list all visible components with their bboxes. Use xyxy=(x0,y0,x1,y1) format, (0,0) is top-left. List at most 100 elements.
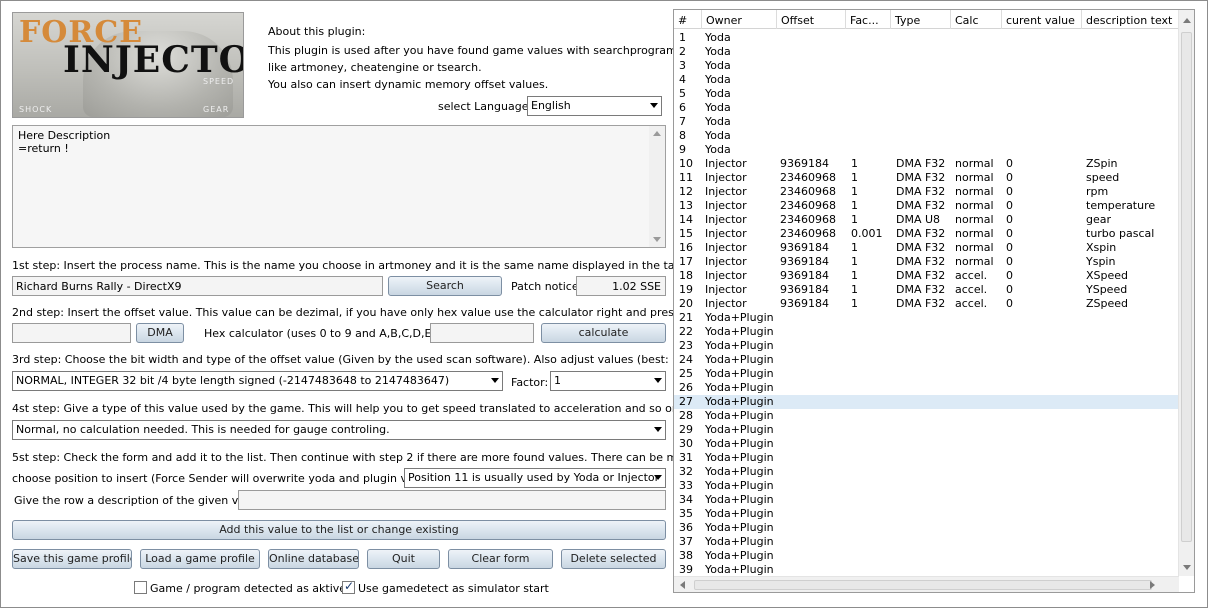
table-row[interactable]: 28 Yoda+Plugin xyxy=(674,409,1179,423)
cell-type: DMA F32 xyxy=(896,199,946,212)
table-row[interactable]: 18 Injector 9369184 1 DMA F32 accel. 0 XSpeed xyxy=(674,269,1179,283)
delete-selected-button[interactable]: Delete selected xyxy=(561,549,666,569)
table-row[interactable]: 3 Yoda xyxy=(674,59,1179,73)
cell-owner: Yoda+Plugin xyxy=(705,311,774,324)
offset-input[interactable] xyxy=(12,323,131,343)
patch-notice-input[interactable]: 1.02 SSE xyxy=(576,276,666,296)
table-row[interactable]: 9 Yoda xyxy=(674,143,1179,157)
scrollbar-thumb[interactable] xyxy=(694,580,1152,590)
list-vertical-scrollbar[interactable] xyxy=(1178,10,1194,576)
logo-injector-text: INJECTOR xyxy=(63,39,243,81)
add-value-button[interactable]: Add this value to the list or change exi… xyxy=(12,520,666,540)
process-name-input[interactable]: Richard Burns Rally - DirectX9 xyxy=(12,276,383,296)
clear-form-button[interactable]: Clear form xyxy=(448,549,553,569)
hex-input[interactable] xyxy=(430,323,534,343)
step1-text: 1st step: Insert the process name. This … xyxy=(12,259,770,272)
cell-number: 33 xyxy=(679,479,693,492)
cell-owner: Yoda+Plugin xyxy=(705,479,774,492)
language-label: select Language: xyxy=(438,100,533,113)
language-select[interactable]: English xyxy=(527,96,662,116)
online-database-button[interactable]: Online database xyxy=(268,549,359,569)
cell-type: DMA F32 xyxy=(896,255,946,268)
column-header-number[interactable]: # xyxy=(674,10,702,29)
calculate-button[interactable]: calculate xyxy=(541,323,666,343)
quit-button[interactable]: Quit xyxy=(367,549,440,569)
load-profile-button[interactable]: Load a game profile xyxy=(140,549,260,569)
column-header-offset[interactable]: Offset xyxy=(777,10,846,29)
scroll-down-icon[interactable] xyxy=(653,237,661,242)
table-row[interactable]: 30 Yoda+Plugin xyxy=(674,437,1179,451)
cell-calc: normal xyxy=(955,241,994,254)
value-type-select[interactable]: NORMAL, INTEGER 32 bit /4 byte length si… xyxy=(12,371,503,391)
cell-number: 34 xyxy=(679,493,693,506)
scroll-up-icon[interactable] xyxy=(653,131,661,136)
factor-select[interactable]: 1 xyxy=(550,371,666,391)
table-row[interactable]: 6 Yoda xyxy=(674,101,1179,115)
table-row[interactable]: 24 Yoda+Plugin xyxy=(674,353,1179,367)
gamedetect-checkbox[interactable]: ✓ xyxy=(342,579,355,594)
table-row[interactable]: 35 Yoda+Plugin xyxy=(674,507,1179,521)
table-row[interactable]: 33 Yoda+Plugin xyxy=(674,479,1179,493)
table-row[interactable]: 39 Yoda+Plugin xyxy=(674,563,1179,577)
table-row[interactable]: 26 Yoda+Plugin xyxy=(674,381,1179,395)
cell-factor: 1 xyxy=(851,255,858,268)
column-header-description[interactable]: description text xyxy=(1082,10,1179,29)
values-list[interactable]: # Owner Offset Fac... Type Calc curent v… xyxy=(673,9,1195,593)
table-row[interactable]: 32 Yoda+Plugin xyxy=(674,465,1179,479)
table-row[interactable]: 4 Yoda xyxy=(674,73,1179,87)
table-row[interactable]: 2 Yoda xyxy=(674,45,1179,59)
cell-number: 13 xyxy=(679,199,693,212)
table-row[interactable]: 38 Yoda+Plugin xyxy=(674,549,1179,563)
cell-description: Yspin xyxy=(1086,255,1116,268)
table-row[interactable]: 13 Injector 23460968 1 DMA F32 normal 0 tempera… xyxy=(674,199,1179,213)
table-row[interactable]: 1 Yoda xyxy=(674,31,1179,45)
table-row[interactable]: 27 Yoda+Plugin xyxy=(674,395,1179,409)
column-header-calc[interactable]: Calc xyxy=(951,10,1002,29)
position-select[interactable]: Position 11 is usually used by Yoda or I… xyxy=(404,468,666,488)
description-textarea[interactable]: Here Description =return ! xyxy=(12,125,666,248)
table-row[interactable]: 20 Injector 9369184 1 DMA F32 accel. 0 ZSpeed xyxy=(674,297,1179,311)
dma-button[interactable]: DMA xyxy=(136,323,184,343)
scroll-right-icon[interactable] xyxy=(1150,581,1155,589)
search-button[interactable]: Search xyxy=(388,276,502,296)
save-profile-button[interactable]: Save this game profile xyxy=(12,549,132,569)
table-row[interactable]: 21 Yoda+Plugin xyxy=(674,311,1179,325)
table-row[interactable]: 37 Yoda+Plugin xyxy=(674,535,1179,549)
table-row[interactable]: 22 Yoda+Plugin xyxy=(674,325,1179,339)
scroll-down-icon[interactable] xyxy=(1183,565,1191,570)
table-row[interactable]: 11 Injector 23460968 1 DMA F32 normal 0 speed xyxy=(674,171,1179,185)
table-row[interactable]: 36 Yoda+Plugin xyxy=(674,521,1179,535)
table-row[interactable]: 19 Injector 9369184 1 DMA F32 accel. 0 YSpeed xyxy=(674,283,1179,297)
cell-description: Xspin xyxy=(1086,241,1117,254)
calculation-select[interactable]: Normal, no calculation needed. This is n… xyxy=(12,420,666,440)
table-row[interactable]: 5 Yoda xyxy=(674,87,1179,101)
scroll-up-icon[interactable] xyxy=(1183,18,1191,23)
scrollbar-thumb[interactable] xyxy=(1181,32,1192,542)
step3-text: 3rd step: Choose the bit width and type … xyxy=(12,353,733,366)
cell-owner: Yoda xyxy=(705,143,731,156)
table-row[interactable]: 23 Yoda+Plugin xyxy=(674,339,1179,353)
table-row[interactable]: 29 Yoda+Plugin xyxy=(674,423,1179,437)
table-row[interactable]: 16 Injector 9369184 1 DMA F32 normal 0 Xspin xyxy=(674,241,1179,255)
table-row[interactable]: 15 Injector 23460968 0.001 DMA F32 normal 0 tur… xyxy=(674,227,1179,241)
game-detected-checkbox[interactable] xyxy=(134,581,147,594)
list-horizontal-scrollbar[interactable] xyxy=(674,576,1179,592)
description-scrollbar[interactable] xyxy=(649,126,665,247)
table-row[interactable]: 25 Yoda+Plugin xyxy=(674,367,1179,381)
cell-current-value: 0 xyxy=(1006,199,1013,212)
table-row[interactable]: 14 Injector 23460968 1 DMA U8 normal 0 gear xyxy=(674,213,1179,227)
column-header-type[interactable]: Type xyxy=(891,10,951,29)
table-row[interactable]: 31 Yoda+Plugin xyxy=(674,451,1179,465)
table-row[interactable]: 7 Yoda xyxy=(674,115,1179,129)
table-row[interactable]: 17 Injector 9369184 1 DMA F32 normal 0 Yspin xyxy=(674,255,1179,269)
table-row[interactable]: 12 Injector 23460968 1 DMA F32 normal 0 rpm xyxy=(674,185,1179,199)
cell-calc: normal xyxy=(955,157,994,170)
column-header-owner[interactable]: Owner xyxy=(702,10,777,29)
table-row[interactable]: 10 Injector 9369184 1 DMA F32 normal 0 ZSpin xyxy=(674,157,1179,171)
column-header-factor[interactable]: Fac... xyxy=(846,10,891,29)
row-description-input[interactable] xyxy=(238,490,666,510)
scroll-left-icon[interactable] xyxy=(680,581,685,589)
table-row[interactable]: 8 Yoda xyxy=(674,129,1179,143)
column-header-current-value[interactable]: curent value xyxy=(1002,10,1082,29)
table-row[interactable]: 34 Yoda+Plugin xyxy=(674,493,1179,507)
